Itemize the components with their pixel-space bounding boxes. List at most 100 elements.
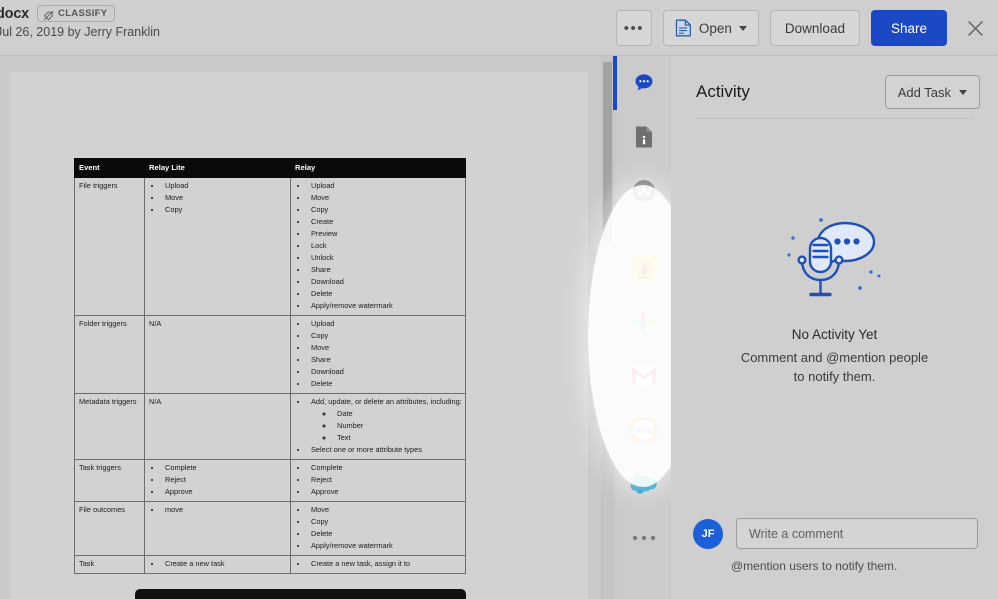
- document-page: Event Relay Lite Relay File triggers Upl…: [10, 72, 588, 599]
- open-label: Open: [698, 20, 732, 36]
- salesforce-icon: salesforce: [630, 475, 657, 494]
- sidebar-item-webex[interactable]: [617, 164, 671, 218]
- column-header-relay-lite: Relay Lite: [144, 157, 291, 179]
- toggle-outline-button[interactable]: [135, 589, 183, 599]
- cell-relay: Create a new task, assign it to: [290, 554, 466, 574]
- list-item: Create a new task, assign it to: [308, 558, 462, 570]
- cell-event: Folder triggers: [74, 315, 145, 395]
- cell-event: Task triggers: [74, 458, 145, 502]
- zoom-in-button[interactable]: [232, 589, 280, 599]
- document-info-icon: [636, 126, 652, 148]
- cell-relay-lite: Complete Reject Approve: [144, 458, 291, 502]
- list-item: Upload: [308, 180, 462, 192]
- svg-text:DocuSign: DocuSign: [635, 259, 651, 263]
- column-header-event: Event: [74, 157, 145, 179]
- table-row: Folder triggers N/A Upload Copy Move Sha…: [74, 315, 466, 395]
- table-row: File triggers Upload Move Copy Upload: [74, 177, 466, 317]
- open-button[interactable]: Open: [662, 10, 759, 46]
- add-task-label: Add Task: [897, 84, 951, 100]
- ringcentral-icon: Ring: [631, 417, 657, 443]
- list-item: Delete: [308, 288, 462, 300]
- document-preview-area[interactable]: Event Relay Lite Relay File triggers Upl…: [0, 56, 618, 599]
- preview-scrollbar-thumb[interactable]: [603, 62, 612, 242]
- fullscreen-button[interactable]: [420, 589, 466, 599]
- window-header: docx CLASSIFY Jul 26, 2019 by Jerry Fran…: [0, 0, 998, 56]
- list-item: Approve: [308, 486, 462, 498]
- share-button[interactable]: Share: [870, 10, 947, 46]
- list-item: Complete: [162, 462, 287, 474]
- slack-icon: [633, 311, 655, 333]
- table-row: Task triggers Complete Reject Approve Co…: [74, 458, 466, 502]
- file-meta: docx CLASSIFY Jul 26, 2019 by Jerry Fran…: [0, 5, 160, 39]
- comment-hint: @mention users to notify them.: [731, 559, 898, 573]
- sidebar-item-slack[interactable]: [617, 295, 671, 349]
- sidebar-item-details[interactable]: [617, 110, 671, 164]
- cell-relay: Complete Reject Approve: [290, 458, 466, 502]
- cell-relay-lite: move: [144, 500, 291, 556]
- classify-badge[interactable]: CLASSIFY: [37, 5, 116, 22]
- cell-event: Metadata triggers: [74, 393, 145, 460]
- list-item: Upload: [162, 180, 287, 192]
- rail-divider: [626, 224, 662, 225]
- panel-title: Activity: [696, 82, 750, 101]
- empty-state: No Activity Yet Comment and @mention peo…: [671, 216, 998, 387]
- cell-relay: Move Copy Delete Apply/remove watermark: [290, 500, 466, 556]
- active-tab-indicator: [613, 56, 617, 110]
- add-task-button[interactable]: Add Task: [884, 75, 980, 109]
- more-options-button[interactable]: •••: [615, 10, 652, 46]
- list-item: move: [162, 504, 287, 516]
- table-row: File outcomes move Move Copy Delete: [74, 500, 466, 556]
- list-item: Delete: [308, 378, 462, 390]
- comment-placeholder: Write a comment: [749, 526, 844, 541]
- list-item: Unlock: [308, 252, 462, 264]
- docusign-icon: DocuSign: [630, 254, 658, 282]
- list-item: Upload: [308, 318, 462, 330]
- zoom-out-button[interactable]: [183, 589, 231, 599]
- close-button[interactable]: [962, 15, 988, 41]
- list-item: Share: [308, 264, 462, 276]
- list-item: Download: [308, 366, 462, 378]
- table-row: Metadata triggers N/A Add, update, or de…: [74, 393, 466, 460]
- list-item: Copy: [308, 516, 462, 528]
- file-preview-window: docx CLASSIFY Jul 26, 2019 by Jerry Fran…: [0, 0, 998, 599]
- more-horizontal-icon: [632, 535, 656, 541]
- cell-relay: Upload Move Copy Create Preview Lock Unl…: [290, 177, 466, 317]
- list-item: Copy: [162, 204, 287, 216]
- sidebar-item-gmail[interactable]: [617, 349, 671, 403]
- cell-relay: Add, update, or delete an attributes, in…: [290, 393, 466, 460]
- activity-header: Activity Add Task: [696, 68, 980, 116]
- webex-icon: [633, 180, 655, 202]
- cell-relay-lite: Create a new task: [144, 554, 291, 574]
- classify-label: CLASSIFY: [58, 8, 108, 19]
- sidebar-item-docusign[interactable]: DocuSign: [617, 241, 671, 295]
- list-item: Date: [334, 408, 462, 420]
- list-item: Copy: [308, 204, 462, 216]
- table-row: Task Create a new task Create a new task…: [74, 554, 466, 574]
- sidebar-item-salesforce[interactable]: salesforce: [617, 457, 671, 511]
- previous-page-button[interactable]: [280, 589, 321, 599]
- next-page-button[interactable]: [379, 589, 420, 599]
- list-item: Delete: [308, 528, 462, 540]
- empty-state-title: No Activity Yet: [791, 327, 878, 342]
- sidebar-item-ringcentral[interactable]: Ring: [617, 403, 671, 457]
- activity-panel: Activity Add Task No Activity Yet Commen…: [671, 56, 998, 599]
- chevron-down-icon: [959, 89, 967, 95]
- sidebar-item-activity[interactable]: [613, 56, 671, 110]
- table-header-row: Event Relay Lite Relay: [74, 157, 466, 179]
- comment-input[interactable]: Write a comment: [736, 518, 978, 549]
- list-item: Preview: [308, 228, 462, 240]
- list-item: Apply/remove watermark: [308, 540, 462, 552]
- header-actions: ••• Open Download Share: [615, 10, 988, 46]
- chat-bubble-icon: [635, 74, 653, 91]
- cell-event: File outcomes: [74, 500, 145, 556]
- svg-text:Ring: Ring: [635, 426, 653, 435]
- sidebar-item-more-apps[interactable]: [617, 511, 671, 565]
- svg-text:salesforce: salesforce: [638, 482, 651, 486]
- download-button[interactable]: Download: [769, 10, 860, 46]
- pdf-toolbar: 1 / 2: [135, 589, 466, 599]
- list-item: Create: [308, 216, 462, 228]
- microphone-speech-bubble-icon: [775, 216, 895, 313]
- cell-event: Task: [74, 554, 145, 574]
- list-item: Apply/remove watermark: [308, 300, 462, 312]
- cell-relay: Upload Copy Move Share Download Delete: [290, 315, 466, 395]
